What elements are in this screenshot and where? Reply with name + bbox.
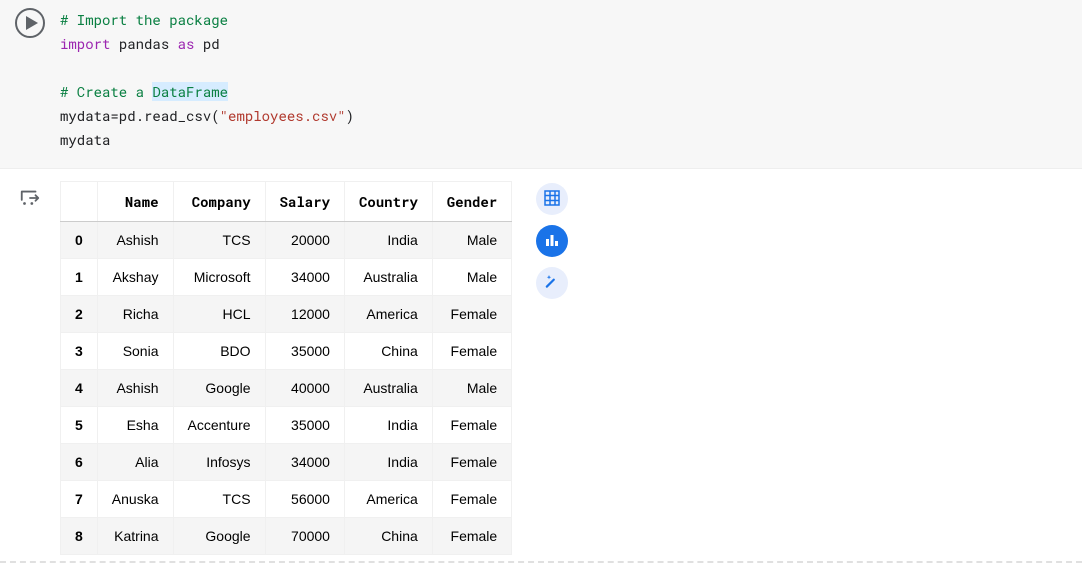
row-index: 2 — [61, 296, 98, 333]
output-action-bar — [536, 181, 568, 299]
cell: Google — [173, 518, 265, 555]
notebook-cell: # Import the package import pandas as pd… — [0, 0, 1082, 563]
cell: Male — [432, 259, 511, 296]
cell: Australia — [344, 259, 432, 296]
cell: Female — [432, 407, 511, 444]
chart-button[interactable] — [536, 225, 568, 257]
table-view-icon — [544, 190, 560, 209]
cell: Alia — [97, 444, 173, 481]
code-keyword: import — [60, 34, 110, 53]
cell: 20000 — [265, 222, 344, 259]
code-keyword: as — [178, 34, 195, 53]
column-header: Name — [97, 182, 173, 222]
table-row: 0AshishTCS20000IndiaMale — [61, 222, 512, 259]
cell: Female — [432, 296, 511, 333]
cell: India — [344, 444, 432, 481]
cell: Male — [432, 370, 511, 407]
table-view-button[interactable] — [536, 183, 568, 215]
cell: Male — [432, 222, 511, 259]
suggest-button[interactable] — [536, 267, 568, 299]
row-index: 7 — [61, 481, 98, 518]
cell: 34000 — [265, 259, 344, 296]
cell: Sonia — [97, 333, 173, 370]
cell: China — [344, 518, 432, 555]
output-area: NameCompanySalaryCountryGender 0AshishTC… — [60, 175, 1082, 555]
run-button[interactable] — [14, 8, 46, 40]
code-text: pandas — [110, 34, 177, 53]
row-index: 8 — [61, 518, 98, 555]
cell: Infosys — [173, 444, 265, 481]
row-index: 5 — [61, 407, 98, 444]
cell: Female — [432, 444, 511, 481]
cell: BDO — [173, 333, 265, 370]
cell: Katrina — [97, 518, 173, 555]
code-text: mydata=pd.read_csv( — [60, 106, 220, 125]
output-cell: NameCompanySalaryCountryGender 0AshishTC… — [0, 169, 1082, 555]
cell: Female — [432, 518, 511, 555]
code-comment-highlight: DataFrame — [152, 82, 228, 101]
cell: Female — [432, 481, 511, 518]
cell: Akshay — [97, 259, 173, 296]
cell: Ashish — [97, 370, 173, 407]
cell: Richa — [97, 296, 173, 333]
variables-button[interactable] — [14, 183, 46, 215]
column-header: Company — [173, 182, 265, 222]
cell: HCL — [173, 296, 265, 333]
cell: Accenture — [173, 407, 265, 444]
code-text: pd — [194, 34, 219, 53]
table-row: 5EshaAccenture35000IndiaFemale — [61, 407, 512, 444]
table-row: 1AkshayMicrosoft34000AustraliaMale — [61, 259, 512, 296]
table-row: 3SoniaBDO35000ChinaFemale — [61, 333, 512, 370]
table-row: 4AshishGoogle40000AustraliaMale — [61, 370, 512, 407]
row-index: 6 — [61, 444, 98, 481]
code-text: ) — [346, 106, 354, 125]
cell: America — [344, 481, 432, 518]
input-gutter — [0, 0, 60, 168]
cell: China — [344, 333, 432, 370]
index-header — [61, 182, 98, 222]
cell: TCS — [173, 481, 265, 518]
code-cell: # Import the package import pandas as pd… — [0, 0, 1082, 169]
cell: Esha — [97, 407, 173, 444]
cell: 56000 — [265, 481, 344, 518]
table-row: 8KatrinaGoogle70000ChinaFemale — [61, 518, 512, 555]
cell: 40000 — [265, 370, 344, 407]
column-header: Gender — [432, 182, 511, 222]
row-index: 0 — [61, 222, 98, 259]
dataframe-table: NameCompanySalaryCountryGender 0AshishTC… — [60, 181, 512, 555]
cell: India — [344, 222, 432, 259]
code-text: mydata — [60, 130, 110, 149]
cell: TCS — [173, 222, 265, 259]
table-row: 7AnuskaTCS56000AmericaFemale — [61, 481, 512, 518]
magic-wand-icon — [544, 274, 560, 293]
variables-icon — [19, 187, 41, 212]
cell: 12000 — [265, 296, 344, 333]
cell: Female — [432, 333, 511, 370]
cell: Ashish — [97, 222, 173, 259]
code-comment: # Import the package — [60, 10, 228, 29]
table-row: 6AliaInfosys34000IndiaFemale — [61, 444, 512, 481]
code-comment: # Create a — [60, 82, 152, 101]
row-index: 3 — [61, 333, 98, 370]
cell: Anuska — [97, 481, 173, 518]
row-index: 4 — [61, 370, 98, 407]
cell: 34000 — [265, 444, 344, 481]
cell: 35000 — [265, 333, 344, 370]
row-index: 1 — [61, 259, 98, 296]
cell: Google — [173, 370, 265, 407]
column-header: Salary — [265, 182, 344, 222]
column-header: Country — [344, 182, 432, 222]
chart-icon — [544, 232, 560, 251]
cell: Australia — [344, 370, 432, 407]
cell: America — [344, 296, 432, 333]
code-editor[interactable]: # Import the package import pandas as pd… — [60, 0, 1082, 168]
cell: Microsoft — [173, 259, 265, 296]
cell: 35000 — [265, 407, 344, 444]
cell: 70000 — [265, 518, 344, 555]
code-string: "employees.csv" — [220, 106, 346, 125]
cell: India — [344, 407, 432, 444]
output-gutter — [0, 175, 60, 555]
run-icon — [14, 7, 46, 42]
table-row: 2RichaHCL12000AmericaFemale — [61, 296, 512, 333]
